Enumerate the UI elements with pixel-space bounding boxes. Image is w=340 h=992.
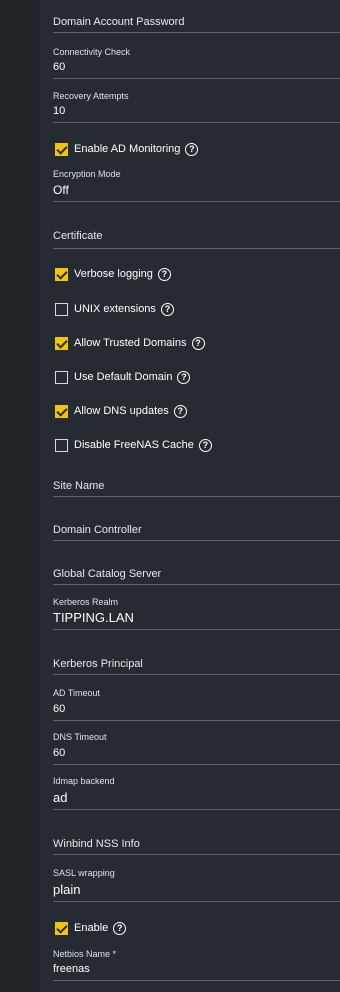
global-catalog-server-field[interactable]: Global Catalog Server: [53, 564, 340, 585]
allow-trusted-domains-label: Allow Trusted Domains: [74, 337, 187, 349]
netbios-name-value: freenas: [53, 963, 90, 975]
winbind-nss-info-select[interactable]: Winbind NSS Info: [53, 834, 340, 855]
domain-controller-field[interactable]: Domain Controller: [53, 520, 340, 541]
enable-row: Enable ?: [55, 919, 127, 937]
allow-dns-updates-label: Allow DNS updates: [74, 405, 169, 417]
verbose-logging-row: Verbose logging ?: [55, 265, 171, 283]
unix-extensions-label: UNIX extensions: [74, 303, 156, 315]
enable-ad-monitoring-label: Enable AD Monitoring: [74, 143, 181, 155]
encryption-mode-select[interactable]: Encryption Mode Off: [53, 169, 340, 202]
recovery-attempts-label: Recovery Attempts: [53, 91, 129, 101]
encryption-mode-label: Encryption Mode: [53, 169, 121, 179]
global-catalog-server-placeholder: Global Catalog Server: [53, 568, 162, 580]
site-name-field[interactable]: Site Name: [53, 476, 340, 497]
help-icon[interactable]: ?: [160, 302, 174, 316]
netbios-name-label: Netbios Name *: [53, 949, 117, 959]
kerberos-realm-value: TIPPING.LAN: [53, 610, 134, 625]
kerberos-realm-select[interactable]: Kerberos Realm TIPPING.LAN: [53, 597, 340, 630]
help-icon[interactable]: ?: [157, 267, 171, 281]
certificate-select[interactable]: Certificate: [53, 226, 340, 249]
netbios-name-field[interactable]: Netbios Name * freenas: [53, 949, 340, 981]
site-name-placeholder: Site Name: [53, 480, 105, 492]
sasl-wrapping-value: plain: [53, 882, 81, 897]
domain-account-password-placeholder: Domain Account Password: [53, 16, 185, 28]
dns-timeout-field[interactable]: DNS Timeout 60: [53, 732, 340, 765]
idmap-backend-label: Idmap backend: [53, 776, 115, 786]
recovery-attempts-value: 10: [53, 105, 66, 117]
enable-label: Enable: [74, 922, 109, 934]
allow-trusted-domains-checkbox[interactable]: [55, 336, 68, 350]
connectivity-check-field[interactable]: Connectivity Check 60: [53, 47, 340, 79]
dns-timeout-label: DNS Timeout: [53, 732, 107, 742]
left-pane: [0, 0, 40, 992]
verbose-logging-label: Verbose logging: [74, 268, 153, 280]
disable-freenas-cache-row: Disable FreeNAS Cache ?: [55, 436, 212, 454]
domain-controller-placeholder: Domain Controller: [53, 524, 142, 536]
kerberos-principal-placeholder: Kerberos Principal: [53, 658, 143, 670]
help-icon[interactable]: ?: [177, 370, 191, 384]
help-icon[interactable]: ?: [191, 336, 205, 350]
dns-timeout-value: 60: [53, 747, 66, 759]
help-icon[interactable]: ?: [185, 142, 199, 156]
kerberos-principal-select[interactable]: Kerberos Principal: [53, 654, 340, 675]
help-icon[interactable]: ?: [113, 921, 127, 935]
connectivity-check-value: 60: [53, 61, 66, 73]
allow-dns-updates-checkbox[interactable]: [55, 404, 68, 418]
unix-extensions-checkbox[interactable]: [55, 302, 68, 316]
settings-page: Domain Account Password Connectivity Che…: [0, 0, 340, 992]
use-default-domain-checkbox[interactable]: [55, 370, 68, 384]
help-icon[interactable]: ?: [173, 404, 187, 418]
enable-checkbox[interactable]: [55, 921, 68, 935]
allow-dns-updates-row: Allow DNS updates ?: [55, 402, 187, 420]
unix-extensions-row: UNIX extensions ?: [55, 300, 174, 318]
ad-timeout-label: AD Timeout: [53, 688, 101, 698]
allow-trusted-domains-row: Allow Trusted Domains ?: [55, 334, 205, 352]
help-icon[interactable]: ?: [198, 438, 212, 452]
ad-timeout-field[interactable]: AD Timeout 60: [53, 688, 340, 721]
certificate-placeholder: Certificate: [53, 230, 103, 242]
sasl-wrapping-select[interactable]: SASL wrapping plain: [53, 868, 340, 902]
disable-freenas-cache-checkbox[interactable]: [55, 438, 68, 452]
use-default-domain-label: Use Default Domain: [74, 371, 173, 383]
idmap-backend-select[interactable]: Idmap backend ad: [53, 776, 340, 810]
sasl-wrapping-label: SASL wrapping: [53, 868, 115, 878]
enable-ad-monitoring-checkbox[interactable]: [55, 142, 68, 156]
use-default-domain-row: Use Default Domain ?: [55, 368, 191, 386]
disable-freenas-cache-label: Disable FreeNAS Cache: [74, 439, 194, 451]
kerberos-realm-label: Kerberos Realm: [53, 597, 119, 607]
encryption-mode-value: Off: [53, 183, 69, 197]
enable-ad-monitoring-row: Enable AD Monitoring ?: [55, 140, 199, 158]
idmap-backend-value: ad: [53, 790, 68, 805]
winbind-nss-info-placeholder: Winbind NSS Info: [53, 838, 140, 850]
connectivity-check-label: Connectivity Check: [53, 47, 131, 57]
domain-account-password-field[interactable]: Domain Account Password: [53, 12, 340, 33]
ad-timeout-value: 60: [53, 703, 66, 715]
verbose-logging-checkbox[interactable]: [55, 267, 68, 281]
recovery-attempts-field[interactable]: Recovery Attempts 10: [53, 91, 340, 123]
